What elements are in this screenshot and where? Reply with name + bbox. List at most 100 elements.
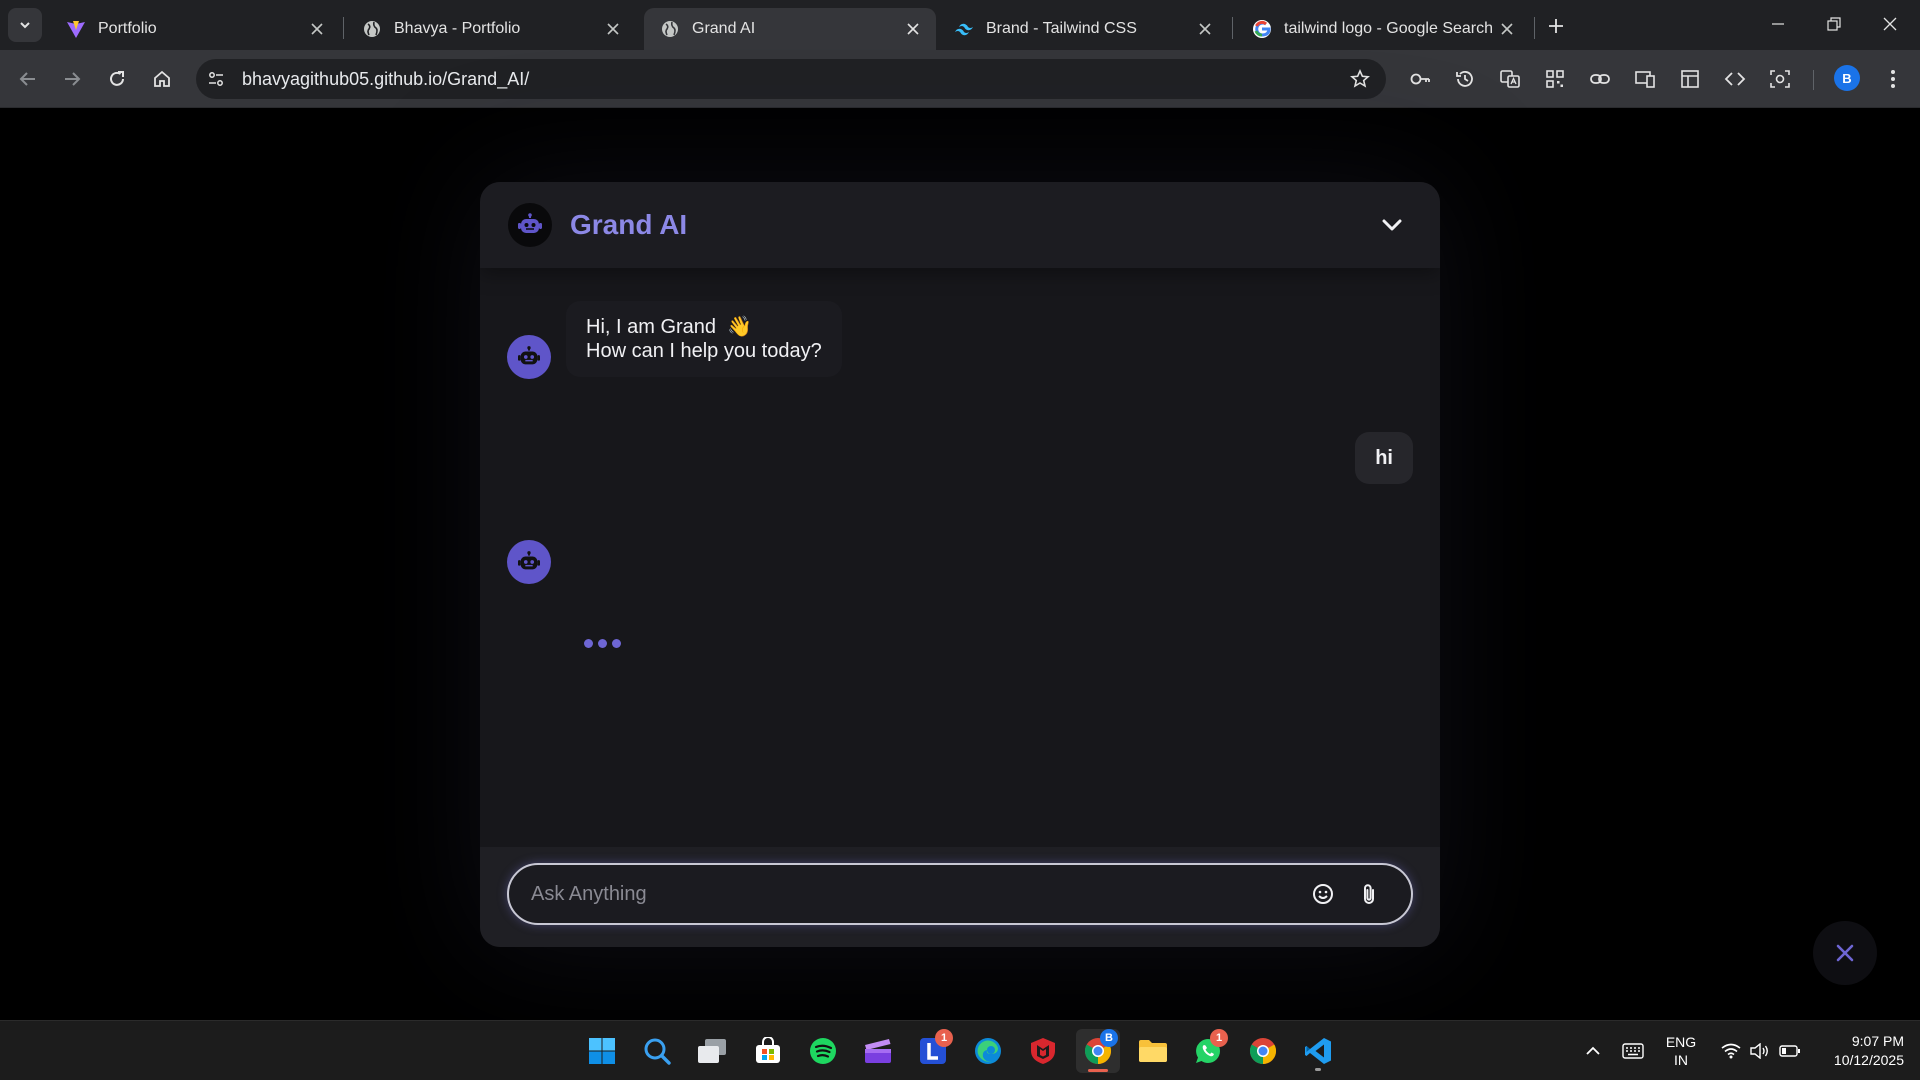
message-input-wrapper [507,863,1413,925]
browser-tab-strip: Portfolio Bhavya - Portfolio Grand AI Br… [0,0,1920,50]
close-icon [1836,944,1854,962]
forward-button[interactable] [54,61,90,97]
profile-badge: B [1100,1029,1118,1047]
collapse-chat-button[interactable] [1372,205,1412,245]
file-explorer-icon[interactable] [1131,1029,1175,1073]
chevron-down-icon [20,22,30,29]
password-key-icon[interactable] [1402,61,1438,97]
back-button[interactable] [10,61,46,97]
bot-message-line: How can I help you today? [586,340,822,362]
active-app-indicator [1088,1069,1108,1072]
new-tab-button[interactable] [1542,12,1570,40]
site-info-icon[interactable] [200,63,232,95]
tab-bhavya-portfolio[interactable]: Bhavya - Portfolio [346,8,636,50]
robot-icon [518,346,540,365]
emoji-picker-icon[interactable] [1303,874,1343,914]
chat-header: Grand AI [480,182,1440,268]
tab-separator [1232,17,1233,39]
menu-dots-icon[interactable] [1878,61,1908,97]
address-bar[interactable]: bhavyagithub05.github.io/Grand_AI/ [196,59,1386,99]
windows-start-icon[interactable] [580,1029,624,1073]
tab-title: Grand AI [692,20,756,37]
close-chat-fab[interactable] [1813,921,1877,985]
chrome-icon[interactable] [1241,1029,1285,1073]
edge-icon[interactable] [966,1029,1010,1073]
minimize-button[interactable] [1750,0,1806,48]
home-button[interactable] [144,61,180,97]
clock[interactable]: 9:07 PM 10/12/2025 [1812,1032,1904,1070]
reload-icon [110,71,124,86]
chevron-down-icon [1382,219,1402,231]
tab-grand-ai[interactable]: Grand AI [644,8,936,50]
tab-search-button[interactable] [8,8,42,42]
typing-indicator [584,639,621,648]
tab-title: Brand - Tailwind CSS [986,20,1137,37]
robot-icon [518,551,540,570]
reload-button[interactable] [99,61,135,97]
waving-hand-emoji: 👋 [727,316,753,338]
whatsapp-icon[interactable]: 1 [1186,1029,1230,1073]
close-icon[interactable] [904,20,922,38]
chatbot-window: Grand AI Hi, I am Grand 👋 How can I help… [480,182,1440,947]
translate-icon[interactable] [1492,61,1528,97]
chat-footer [480,847,1440,947]
clock-date: 10/12/2025 [1833,1052,1904,1068]
touch-keyboard-icon[interactable] [1616,1021,1650,1080]
code-icon[interactable] [1717,61,1753,97]
close-icon[interactable] [308,20,326,38]
tab-tailwind-brand[interactable]: Brand - Tailwind CSS [938,8,1228,50]
notification-badge: 1 [1210,1029,1228,1047]
window-close-button[interactable] [1862,0,1918,48]
mcafee-shield-icon[interactable] [1021,1029,1065,1073]
history-icon[interactable] [1447,61,1483,97]
region-code: IN [1674,1052,1688,1068]
tab-title: tailwind logo - Google Search [1284,20,1494,37]
spotify-icon[interactable] [801,1029,845,1073]
chat-messages: Hi, I am Grand 👋 How can I help you toda… [480,268,1440,861]
clapperboard-icon[interactable] [856,1029,900,1073]
bookmark-star-icon[interactable] [1342,61,1378,97]
screenshot-capture-icon[interactable] [1762,61,1798,97]
robot-icon [518,213,542,233]
home-icon [154,70,170,87]
profile-avatar[interactable]: B [1834,65,1860,91]
restore-button[interactable] [1806,0,1862,48]
tab-title: Portfolio [98,20,157,37]
l-app-icon[interactable]: 1 [911,1029,955,1073]
vscode-icon[interactable] [1296,1029,1340,1073]
battery-icon [1779,1045,1801,1057]
bot-message: Hi, I am Grand 👋 How can I help you toda… [566,301,842,377]
qr-code-icon[interactable] [1537,61,1573,97]
minimize-icon [1772,23,1784,25]
restore-icon [1827,17,1841,31]
microsoft-store-icon[interactable] [746,1029,790,1073]
url-text[interactable]: bhavyagithub05.github.io/Grand_AI/ [242,69,1342,90]
tab-google-search[interactable]: tailwind logo - Google Search [1236,8,1530,50]
task-view-icon[interactable] [690,1029,734,1073]
chrome-profile-icon[interactable]: B [1076,1029,1120,1073]
windows-taskbar: 1 B 1 ENG IN 9:07 PM 10/12/2025 [0,1020,1920,1080]
close-icon[interactable] [604,20,622,38]
notification-badge: 1 [935,1029,953,1047]
close-icon[interactable] [1498,20,1516,38]
message-input[interactable] [531,882,1297,906]
vite-logo-icon [66,19,86,39]
tab-portfolio[interactable]: Portfolio [50,8,340,50]
bot-avatar [507,335,551,379]
clock-time: 9:07 PM [1851,1033,1904,1049]
quick-settings-button[interactable] [1716,1021,1806,1080]
toolbar-separator [1813,70,1814,90]
typing-dot [612,639,621,648]
language-indicator[interactable]: ENG IN [1656,1021,1706,1080]
responsive-devices-icon[interactable] [1627,61,1663,97]
plus-icon [1549,19,1563,33]
chat-title: Grand AI [570,209,688,240]
running-app-indicator [1315,1068,1321,1071]
close-icon[interactable] [1196,20,1214,38]
link-icon[interactable] [1582,61,1618,97]
user-message: hi [1355,432,1413,484]
attach-paperclip-icon[interactable] [1349,874,1389,914]
show-hidden-icons-button[interactable] [1578,1021,1608,1080]
search-icon[interactable] [635,1029,679,1073]
table-layout-icon[interactable] [1672,61,1708,97]
